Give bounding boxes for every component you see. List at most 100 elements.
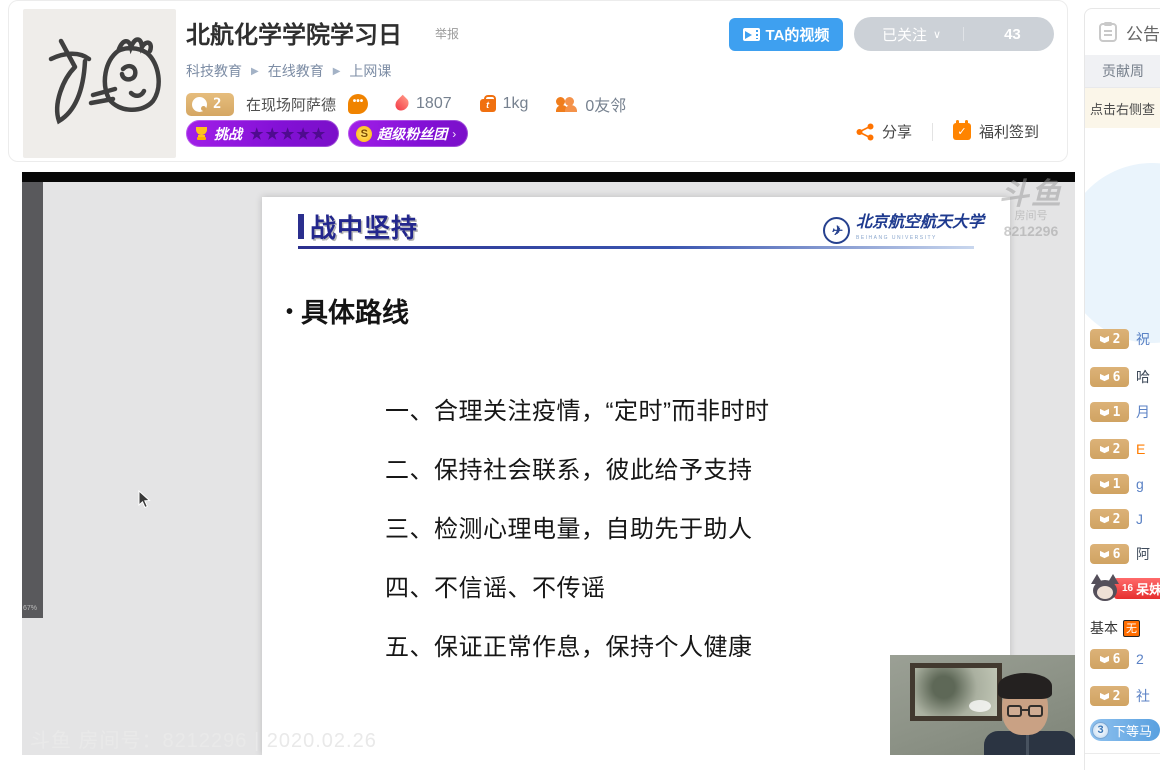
hot-value-number: 1807 <box>416 95 452 113</box>
share-icon <box>856 123 875 141</box>
anchor-level-icon <box>192 97 207 112</box>
user-level-badge: 1 <box>1090 402 1129 422</box>
weight-icon: t <box>480 99 496 112</box>
cat-avatar[interactable] <box>1090 574 1120 602</box>
breadcrumb-separator-icon: ▶ <box>251 66 259 77</box>
weight-stat: t 1kg <box>480 95 529 113</box>
welfare-calendar-icon: ✓ <box>953 123 971 140</box>
breadcrumb-separator-icon: ▶ <box>333 66 341 77</box>
mouse-cursor-icon <box>138 490 152 510</box>
followed-label: 已关注 <box>882 24 927 45</box>
noble-medal-badge: 3下等马 <box>1090 719 1160 741</box>
university-name-en: BEIHANG UNIVERSITY <box>856 230 984 247</box>
fan-club-coin-icon: S <box>356 126 372 142</box>
chat-username[interactable]: 阿 <box>1136 544 1150 564</box>
streamer-hair <box>998 673 1052 699</box>
chat-username[interactable]: 祝 <box>1136 329 1150 349</box>
hot-value: 1807 <box>396 95 452 113</box>
chat-sidebar: 公告 贡献周 点击右侧查 2 祝 6 哈 1 月 2 E <box>1084 8 1160 770</box>
room-id-watermark: 斗鱼 房间号：8212296 | 2020.02.26 <box>30 724 377 753</box>
chat-watermark-circle <box>1085 163 1160 343</box>
flame-icon <box>393 95 411 113</box>
report-link[interactable]: 举报 <box>435 25 459 42</box>
chat-input-area[interactable] <box>1085 753 1160 770</box>
notice-banner: 点击右侧查 <box>1085 88 1160 128</box>
user-level-badge: 1 <box>1090 474 1129 494</box>
chat-username[interactable]: E <box>1136 441 1145 457</box>
breadcrumb-subcategory[interactable]: 在线教育 <box>268 61 324 81</box>
chat-message: 6 哈 <box>1090 367 1150 387</box>
document-zoom-level: 67% <box>23 605 37 612</box>
slide-item: 四、不信谣、不传谣 <box>385 576 769 602</box>
emote-icon: 无 <box>1123 620 1140 637</box>
chat-username[interactable]: J <box>1136 511 1143 527</box>
breadcrumb: 科技教育 ▶ 在线教育 ▶ 上网课 <box>186 61 391 81</box>
channel-header: 北航化学学院学习日 举报 科技教育 ▶ 在线教育 ▶ 上网课 2 在现场阿萨德 … <box>8 0 1068 162</box>
chat-username[interactable]: 哈 <box>1136 367 1150 387</box>
chat-username[interactable]: 2 <box>1136 651 1144 667</box>
chat-username[interactable]: 社 <box>1136 686 1150 706</box>
university-emblem-icon: ✈ <box>823 217 850 244</box>
channel-avatar[interactable] <box>23 9 176 158</box>
slide-item: 二、保持社会联系，彼此给予支持 <box>385 458 769 484</box>
clipboard-icon <box>1097 21 1119 43</box>
anchor-level-number: 2 <box>213 96 221 112</box>
super-fan-club-badge[interactable]: S 超级粉丝团 › <box>348 120 468 147</box>
webcam-overlay <box>890 655 1075 755</box>
chat-username[interactable]: g <box>1136 476 1144 492</box>
followed-button[interactable]: 已关注 ∨ 43 <box>854 17 1054 51</box>
user-level-badge: 2 <box>1090 439 1129 459</box>
neighbors-stat: 0友邻 <box>556 92 626 116</box>
slide-item: 一、合理关注疫情，“定时”而非时时 <box>385 399 769 425</box>
chat-message: 2 J <box>1090 509 1143 529</box>
document-side-panel: 67% <box>22 182 43 618</box>
challenge-stars: ★★★★★ <box>250 125 327 143</box>
notice-text: 点击右侧查 <box>1090 99 1155 118</box>
weight-value: 1kg <box>503 95 529 113</box>
ta-videos-button[interactable]: TA的视频 <box>729 18 843 51</box>
ta-videos-label: TA的视频 <box>766 24 830 45</box>
slide-item: 三、检测心理电量，自助先于助人 <box>385 517 769 543</box>
watermark-room-label: 房间号 <box>981 210 1075 223</box>
university-name: 北京航空航天大学 BEIHANG UNIVERSITY <box>856 213 984 247</box>
fan-club-member-badge: 16呆妹 <box>1114 578 1160 599</box>
challenge-label: 挑战 <box>214 124 242 144</box>
chat-message: 6 阿 <box>1090 544 1150 564</box>
chat-text: 基本 <box>1090 618 1118 638</box>
pill-divider <box>963 27 964 41</box>
welfare-checkin-label[interactable]: 福利签到 <box>979 121 1039 142</box>
chat-username[interactable]: 月 <box>1136 402 1150 422</box>
slide-item-list: 一、合理关注疫情，“定时”而非时时 二、保持社会联系，彼此给予支持 三、检测心理… <box>385 399 769 694</box>
picture-frame <box>910 663 1002 721</box>
chat-message-list: 2 祝 6 哈 1 月 2 E 1 g 2 J <box>1085 128 1160 751</box>
breadcrumb-tag[interactable]: 上网课 <box>349 61 391 81</box>
user-level-badge: 6 <box>1090 367 1129 387</box>
chevron-right-icon: › <box>452 127 456 141</box>
anchor-badges-row: 挑战 ★★★★★ S 超级粉丝团 › <box>186 120 477 147</box>
user-level-badge: 6 <box>1090 544 1129 564</box>
anchor-name: 在现场阿萨德 <box>246 94 336 115</box>
chat-bubble-icon[interactable]: ••• <box>348 94 368 114</box>
breadcrumb-category[interactable]: 科技教育 <box>186 61 242 81</box>
chat-message-medal: 3下等马 <box>1090 719 1160 741</box>
share-label[interactable]: 分享 <box>882 121 912 142</box>
douyu-watermark: 斗鱼 房间号 8212296 <box>981 180 1075 239</box>
contribution-tab-label: 贡献周 <box>1102 61 1144 81</box>
douyu-live-page: 北航化学学院学习日 举报 科技教育 ▶ 在线教育 ▶ 上网课 2 在现场阿萨德 … <box>0 0 1160 770</box>
chat-message: 2 E <box>1090 439 1145 459</box>
video-player[interactable]: 67% 战中坚持 ✈ 北京航空航天大学 BEIHANG UNIVERSITY •… <box>22 172 1075 755</box>
video-film-icon <box>743 28 760 41</box>
user-level-badge: 2 <box>1090 329 1129 349</box>
announcement-label: 公告 <box>1126 20 1160 45</box>
contribution-tab[interactable]: 贡献周 <box>1085 55 1160 88</box>
chat-message-fan: 16呆妹 <box>1090 574 1160 602</box>
share-actions: 分享 ✓ 福利签到 <box>856 121 1039 142</box>
actions-divider <box>932 123 933 141</box>
slide-title: 战中坚持 <box>310 208 418 245</box>
chat-message: 2 社 <box>1090 686 1150 706</box>
slide-bullet-heading: •具体路线 <box>286 291 409 330</box>
follow-count: 43 <box>1004 26 1021 43</box>
challenge-badge[interactable]: 挑战 ★★★★★ <box>186 120 339 147</box>
neighbors-value: 0友邻 <box>585 92 626 116</box>
announcement-header: 公告 <box>1085 9 1160 55</box>
